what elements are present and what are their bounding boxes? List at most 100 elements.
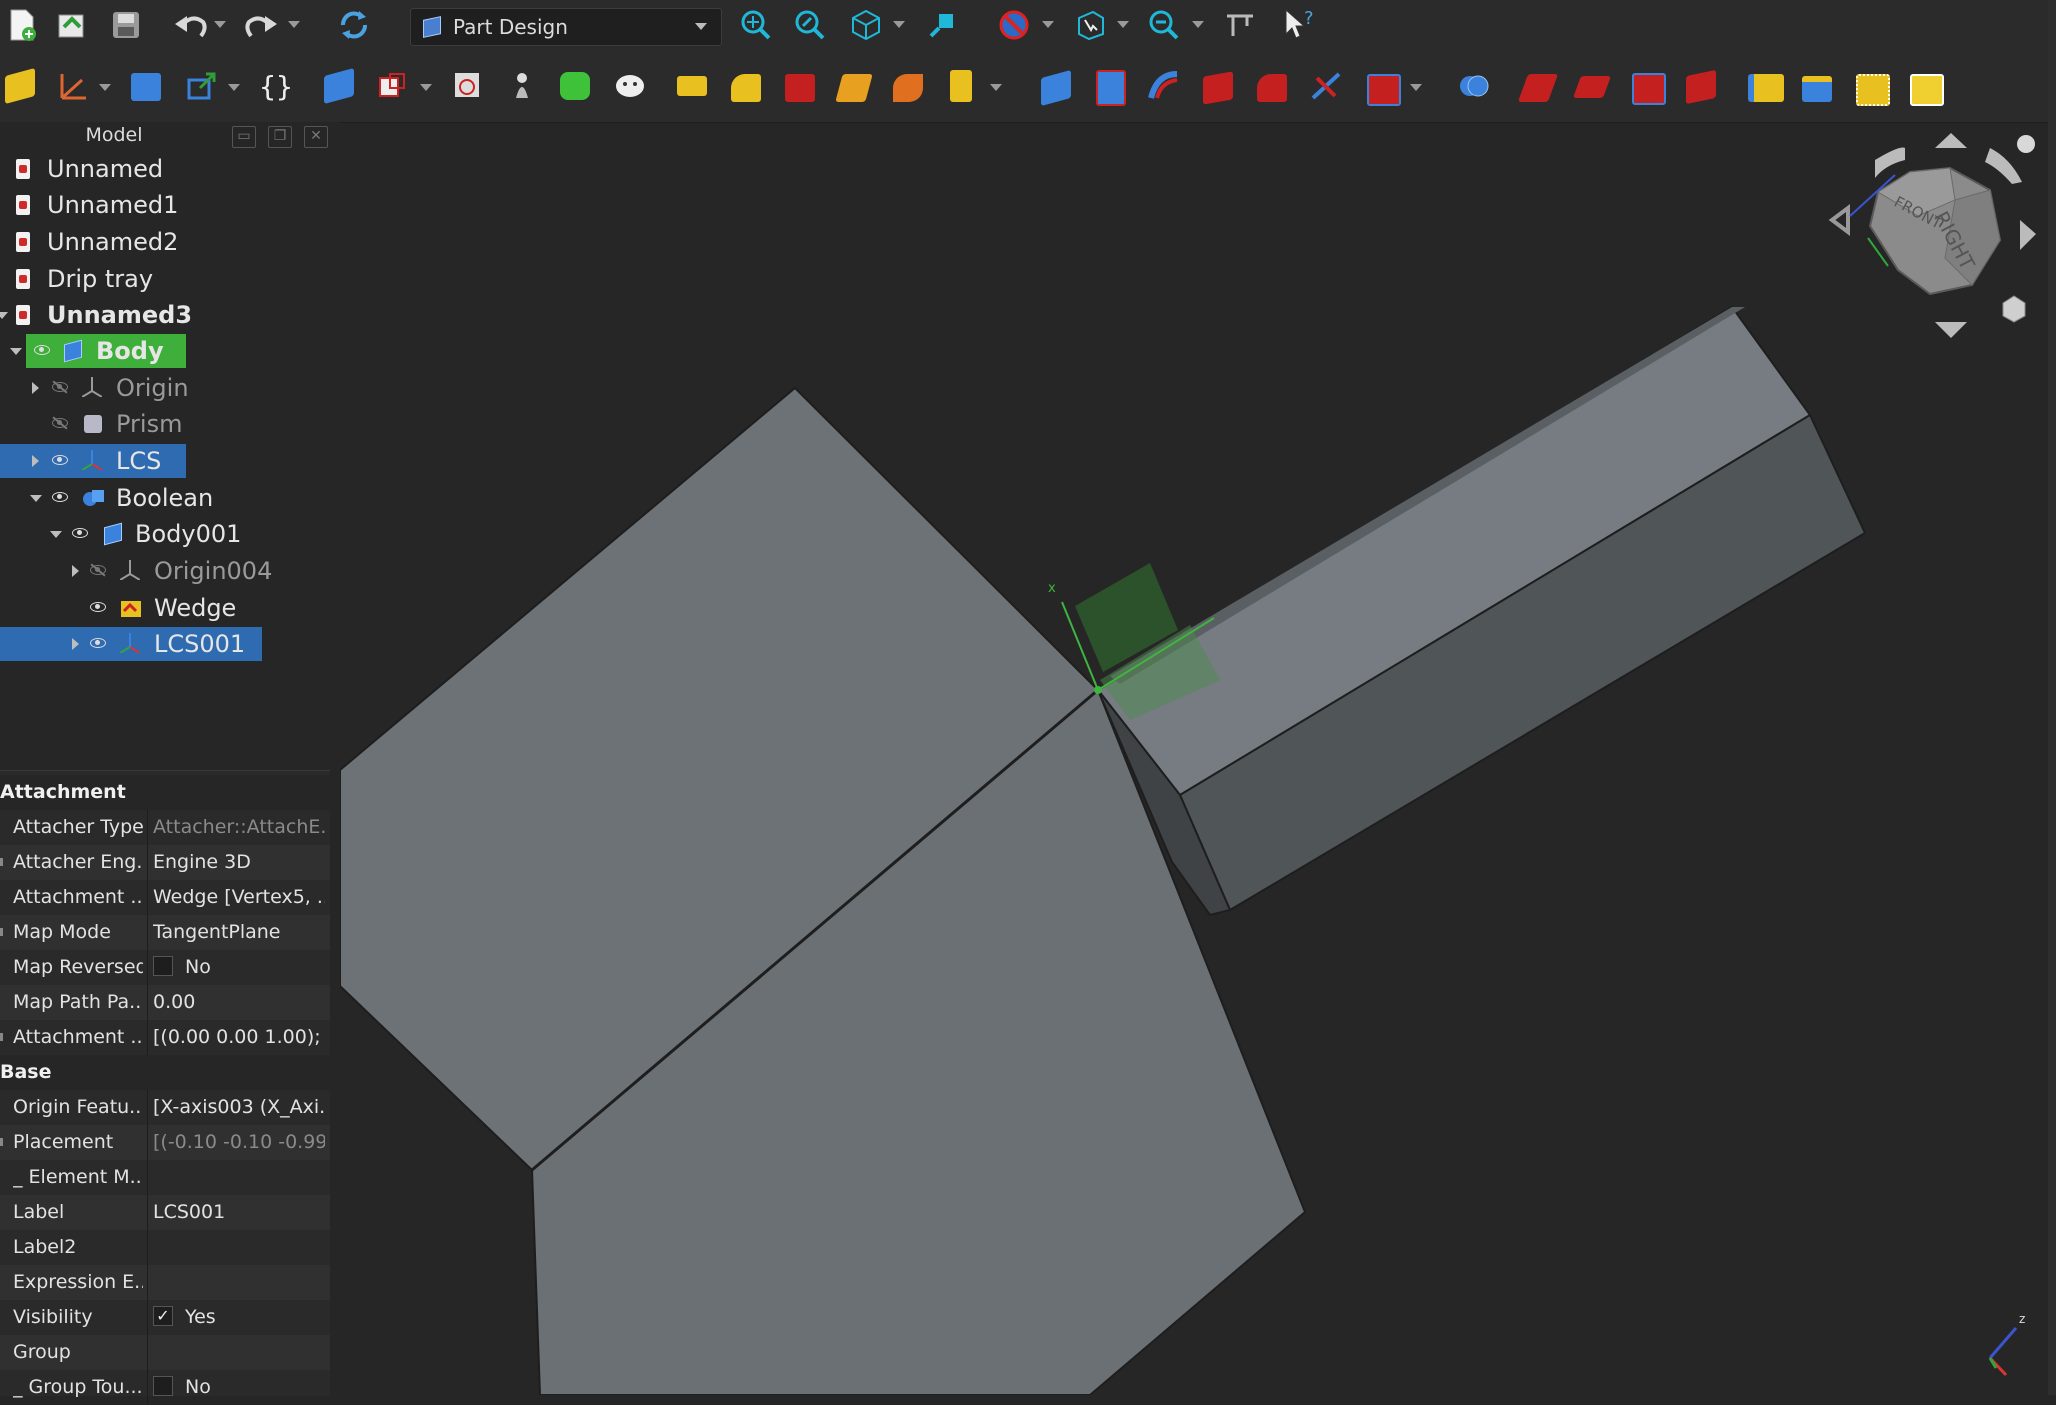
group-touched-checkbox[interactable]: [153, 1375, 173, 1396]
property-row[interactable]: Placement[(-0.10 -0.10 -0.99...: [0, 1125, 330, 1160]
tree-item-lcs001[interactable]: LCS001: [0, 627, 262, 661]
property-row[interactable]: Label LCS001: [0, 1195, 330, 1230]
visibility-eye-icon[interactable]: [34, 344, 50, 356]
expand-toggle-icon[interactable]: [72, 638, 79, 650]
tree-item-body001[interactable]: Body001: [0, 517, 326, 551]
pipe-icon[interactable]: [942, 66, 982, 106]
tree-item-wedge[interactable]: Wedge: [0, 591, 326, 625]
isometric-view-icon[interactable]: [846, 5, 886, 45]
expand-toggle-icon[interactable]: [50, 531, 62, 538]
view-dropdown-icon[interactable]: [893, 21, 905, 28]
close-icon[interactable]: ✕: [304, 126, 328, 148]
expand-toggle-icon[interactable]: [10, 348, 22, 355]
create-group-icon[interactable]: [126, 66, 166, 106]
property-row[interactable]: Attacher Eng... Engine 3D: [0, 845, 330, 880]
multitransform-icon[interactable]: [1680, 66, 1720, 106]
helix-icon[interactable]: [1036, 66, 1076, 107]
fit-all-icon[interactable]: [736, 5, 776, 45]
measure-icon[interactable]: [922, 5, 962, 45]
fit-selection-icon[interactable]: [790, 5, 830, 45]
workbench-selector[interactable]: Part Design: [410, 8, 722, 46]
hidden-eye-icon[interactable]: [52, 416, 68, 430]
multi-array-icon[interactable]: [1906, 66, 1946, 106]
datum-axis-icon[interactable]: [52, 66, 92, 106]
measure-tool-icon[interactable]: [1220, 5, 1260, 45]
expand-toggle-icon[interactable]: [32, 455, 39, 467]
redo-icon[interactable]: [242, 5, 282, 45]
additive-dropdown-icon[interactable]: [990, 84, 1002, 91]
property-group-base[interactable]: Base: [0, 1055, 330, 1090]
visibility-eye-icon[interactable]: [90, 637, 106, 649]
tree-item-body[interactable]: Body: [26, 334, 186, 368]
groove-icon[interactable]: [834, 66, 874, 106]
property-row[interactable]: Attachment ... Wedge [Vertex5, ...: [0, 880, 330, 915]
property-row[interactable]: Label2: [0, 1230, 330, 1265]
loft-icon[interactable]: [888, 66, 928, 106]
panel-restore-icon[interactable]: ❐: [268, 126, 292, 148]
additive-primitive-icon[interactable]: [1090, 66, 1130, 106]
property-row[interactable]: Map Mode TangentPlane: [0, 915, 330, 950]
visibility-eye-icon[interactable]: [90, 601, 106, 613]
panel-float-icon[interactable]: ▭: [232, 126, 256, 148]
tree-item-origin[interactable]: Origin: [26, 371, 326, 405]
draw-style-dropdown-icon[interactable]: [1042, 21, 1054, 28]
property-row[interactable]: Group: [0, 1335, 330, 1370]
3d-viewport[interactable]: x FRONT RIGHT z: [340, 123, 2056, 1395]
refresh-icon[interactable]: [334, 5, 374, 45]
tree-item-lcs[interactable]: LCS: [0, 444, 186, 478]
property-row[interactable]: Map Reversed No: [0, 950, 330, 985]
thickness-icon[interactable]: [1454, 66, 1494, 106]
property-row[interactable]: Map Path Pa... 0.00: [0, 985, 330, 1020]
whats-this-icon[interactable]: ?: [1280, 5, 1320, 45]
link-dropdown-icon[interactable]: [228, 84, 240, 91]
tree-item-document[interactable]: Unnamed1: [0, 188, 340, 222]
tree-item-document[interactable]: Drip tray: [0, 262, 340, 296]
tree-item-boolean[interactable]: Boolean: [0, 481, 326, 515]
mirror-icon[interactable]: [1517, 66, 1559, 106]
datum-dropdown-icon[interactable]: [99, 84, 111, 91]
shape-binder-icon[interactable]: [556, 66, 596, 106]
new-document-icon[interactable]: [2, 5, 42, 45]
array-pattern-icon[interactable]: [1798, 66, 1838, 106]
create-part-icon[interactable]: [318, 66, 358, 106]
bounding-box-icon[interactable]: [1070, 5, 1110, 45]
property-row[interactable]: Expression E...: [0, 1265, 330, 1300]
undo-dropdown-icon[interactable]: [214, 21, 226, 28]
polar-array-icon[interactable]: [1852, 66, 1892, 106]
tree-item-origin004[interactable]: Origin004: [0, 554, 326, 588]
tree-item-active-document[interactable]: Unnamed3: [0, 298, 340, 332]
revolution-icon[interactable]: [780, 66, 820, 106]
zoom-dropdown-icon[interactable]: [1192, 21, 1204, 28]
pocket-icon[interactable]: [726, 66, 766, 106]
validate-sketch-icon[interactable]: [502, 66, 542, 106]
expression-icon[interactable]: {}: [256, 66, 296, 106]
property-row[interactable]: _ Group Tou... No: [0, 1370, 330, 1405]
tree-item-prism[interactable]: Prism: [26, 407, 326, 441]
tree-item-document[interactable]: Unnamed2: [0, 225, 340, 259]
navigation-cube[interactable]: FRONT RIGHT: [1828, 133, 2036, 338]
polar-pattern-icon[interactable]: [1626, 66, 1666, 106]
sketch-pattern-icon[interactable]: [1744, 66, 1784, 106]
sketch-icon[interactable]: [448, 66, 488, 106]
chamfer-icon[interactable]: [1306, 66, 1346, 106]
subtractive-dropdown-icon[interactable]: [1410, 84, 1422, 91]
hidden-eye-icon[interactable]: [52, 380, 68, 394]
property-row[interactable]: Visibility ✓ Yes: [0, 1300, 330, 1335]
pad-icon[interactable]: [672, 66, 712, 106]
expand-toggle-icon[interactable]: [30, 495, 42, 502]
visibility-eye-icon[interactable]: [52, 454, 68, 466]
sub-shape-binder-icon[interactable]: [610, 66, 650, 106]
property-row[interactable]: Origin Featu... [X-axis003 (X_Axi...: [0, 1090, 330, 1125]
property-row[interactable]: _ Element M...: [0, 1160, 330, 1195]
visibility-eye-icon[interactable]: [52, 491, 68, 503]
save-icon[interactable]: [106, 5, 146, 45]
boolean-icon[interactable]: [1198, 66, 1238, 106]
undo-icon[interactable]: [170, 5, 210, 45]
linear-pattern-icon[interactable]: [1572, 66, 1612, 106]
open-document-icon[interactable]: [52, 5, 92, 45]
zoom-icon[interactable]: [1144, 5, 1184, 45]
visibility-checkbox[interactable]: ✓: [153, 1305, 173, 1326]
hidden-eye-icon[interactable]: [90, 563, 106, 577]
expand-toggle-icon[interactable]: [0, 312, 8, 319]
clone-dropdown-icon[interactable]: [420, 84, 432, 91]
